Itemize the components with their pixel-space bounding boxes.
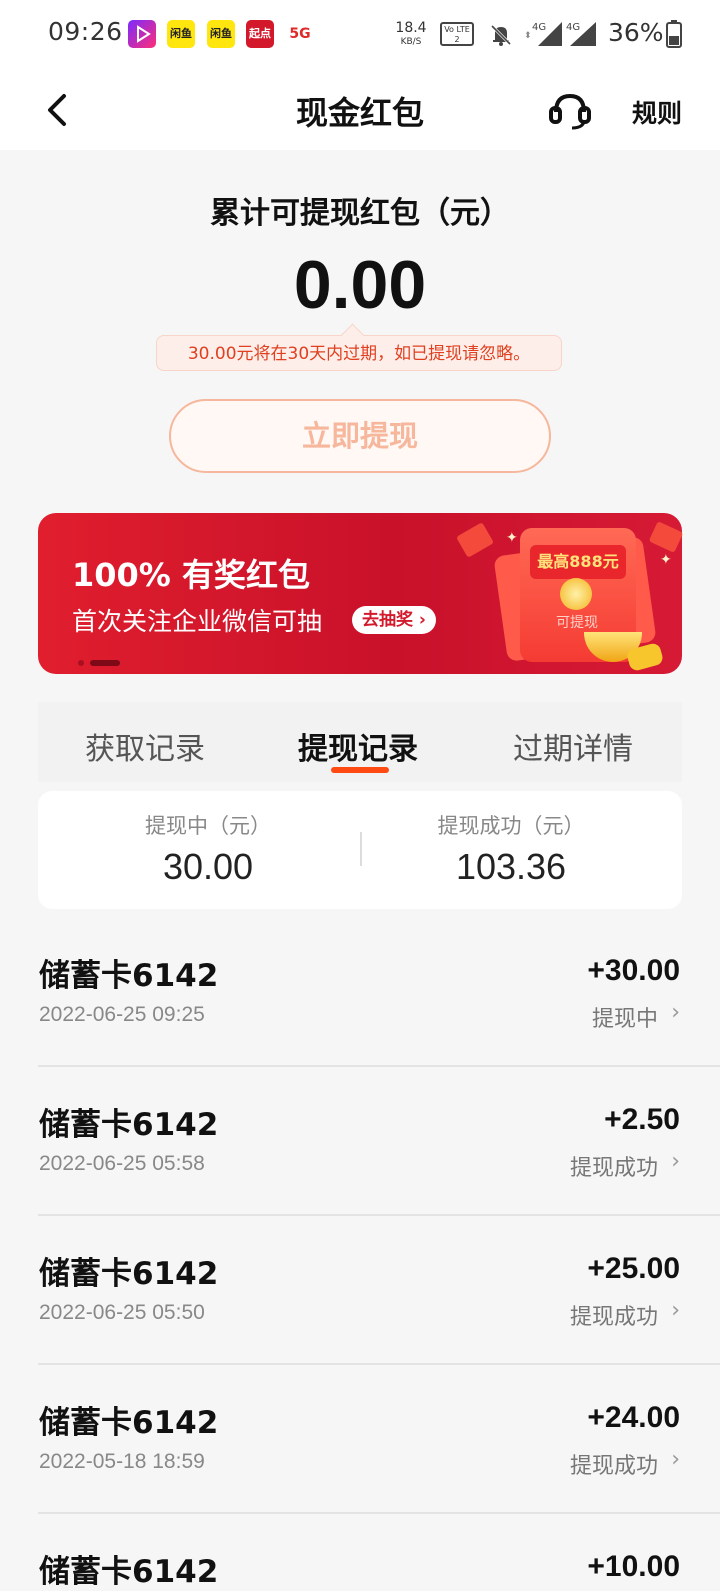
tab-expired-details[interactable]: 过期详情 (513, 724, 633, 768)
record-time: 2022-06-25 05:58 (39, 1152, 205, 1175)
signal-label-1: 4G (532, 22, 546, 33)
red-packet-label: 可提现 (556, 615, 598, 631)
divider (38, 1214, 720, 1216)
xianyu-icon: 闲鱼 (167, 20, 195, 48)
svg-text:⬍: ⬍ (524, 31, 532, 41)
mute-icon (488, 22, 514, 52)
record-title: 储蓄卡6142 (39, 958, 219, 994)
chevron-right-icon: › (671, 1000, 680, 1025)
chevron-right-icon: › (671, 1298, 680, 1323)
banner-draw-label: 去抽奖 (362, 610, 413, 630)
chevron-right-icon: › (671, 1447, 680, 1472)
record-title: 储蓄卡6142 (39, 1554, 219, 1590)
pending-value: 30.00 (162, 846, 254, 887)
signal-label-2: 4G (566, 22, 580, 33)
page-title: 现金红包 (295, 94, 424, 132)
volte-icon: Vo LTE 2 (440, 22, 474, 46)
record-status[interactable]: 提现成功 (570, 1299, 658, 1331)
banner-title: 100% 有奖红包 (72, 556, 311, 594)
battery-percent: 36% (608, 18, 664, 47)
record-amount: +25.00 (587, 1252, 680, 1285)
record-status[interactable]: 提现中 (592, 1001, 658, 1033)
net-speed: 18.4 KB/S (395, 20, 427, 47)
tab-earn-records[interactable]: 获取记录 (85, 724, 205, 768)
pending-label: 提现中（元） (145, 814, 271, 838)
record-time: 2022-06-25 09:25 (39, 1003, 205, 1026)
chevron-right-icon: › (418, 610, 426, 630)
xianyu-icon: 闲鱼 (207, 20, 235, 48)
5g-icon: 5G (289, 26, 311, 42)
divider (38, 1065, 720, 1067)
record-amount: +2.50 (604, 1103, 680, 1136)
record-amount: +24.00 (587, 1401, 680, 1434)
signal-icon-1: 4G ⬍ (524, 18, 564, 52)
rules-link[interactable]: 规则 (632, 94, 682, 130)
banner-draw-button[interactable]: 去抽奖 › (352, 606, 436, 634)
banner-subtitle: 首次关注企业微信可抽 (72, 607, 323, 636)
record-time: 2022-06-25 05:50 (39, 1301, 205, 1324)
banner-pager (78, 652, 122, 671)
tab-active-indicator (331, 767, 389, 773)
sparkle-icon: ✦ (660, 552, 672, 568)
sparkle-icon: ✦ (506, 530, 518, 546)
balance-label: 累计可提现红包（元） (210, 196, 510, 231)
divider (38, 1512, 720, 1514)
coin-icon (560, 578, 592, 610)
chevron-right-icon: › (671, 1149, 680, 1174)
tab-withdraw-records[interactable]: 提现记录 (298, 724, 418, 768)
record-title: 储蓄卡6142 (39, 1405, 219, 1441)
divider (38, 1363, 720, 1365)
qidian-icon: 起点 (246, 20, 274, 48)
customer-service-button[interactable] (546, 86, 594, 134)
video-app-icon (128, 20, 156, 48)
success-label: 提现成功（元） (437, 814, 585, 838)
record-time: 2022-05-18 18:59 (39, 1450, 205, 1473)
record-title: 储蓄卡6142 (39, 1256, 219, 1292)
record-status[interactable]: 提现成功 (570, 1448, 658, 1480)
record-status[interactable]: 提现成功 (570, 1150, 658, 1182)
record-title: 储蓄卡6142 (39, 1107, 219, 1143)
status-time: 09:26 (48, 17, 123, 46)
balance-amount: 0.00 (293, 247, 427, 323)
battery-icon (666, 20, 682, 52)
signal-icon-2: 4G (564, 18, 598, 52)
headset-icon (549, 93, 591, 130)
record-amount: +10.00 (587, 1550, 680, 1583)
record-amount: +30.00 (587, 954, 680, 987)
withdraw-button[interactable]: 立即提现 (169, 399, 551, 473)
success-value: 103.36 (455, 846, 567, 887)
red-packet-max-label: 最高888元 (530, 545, 626, 579)
